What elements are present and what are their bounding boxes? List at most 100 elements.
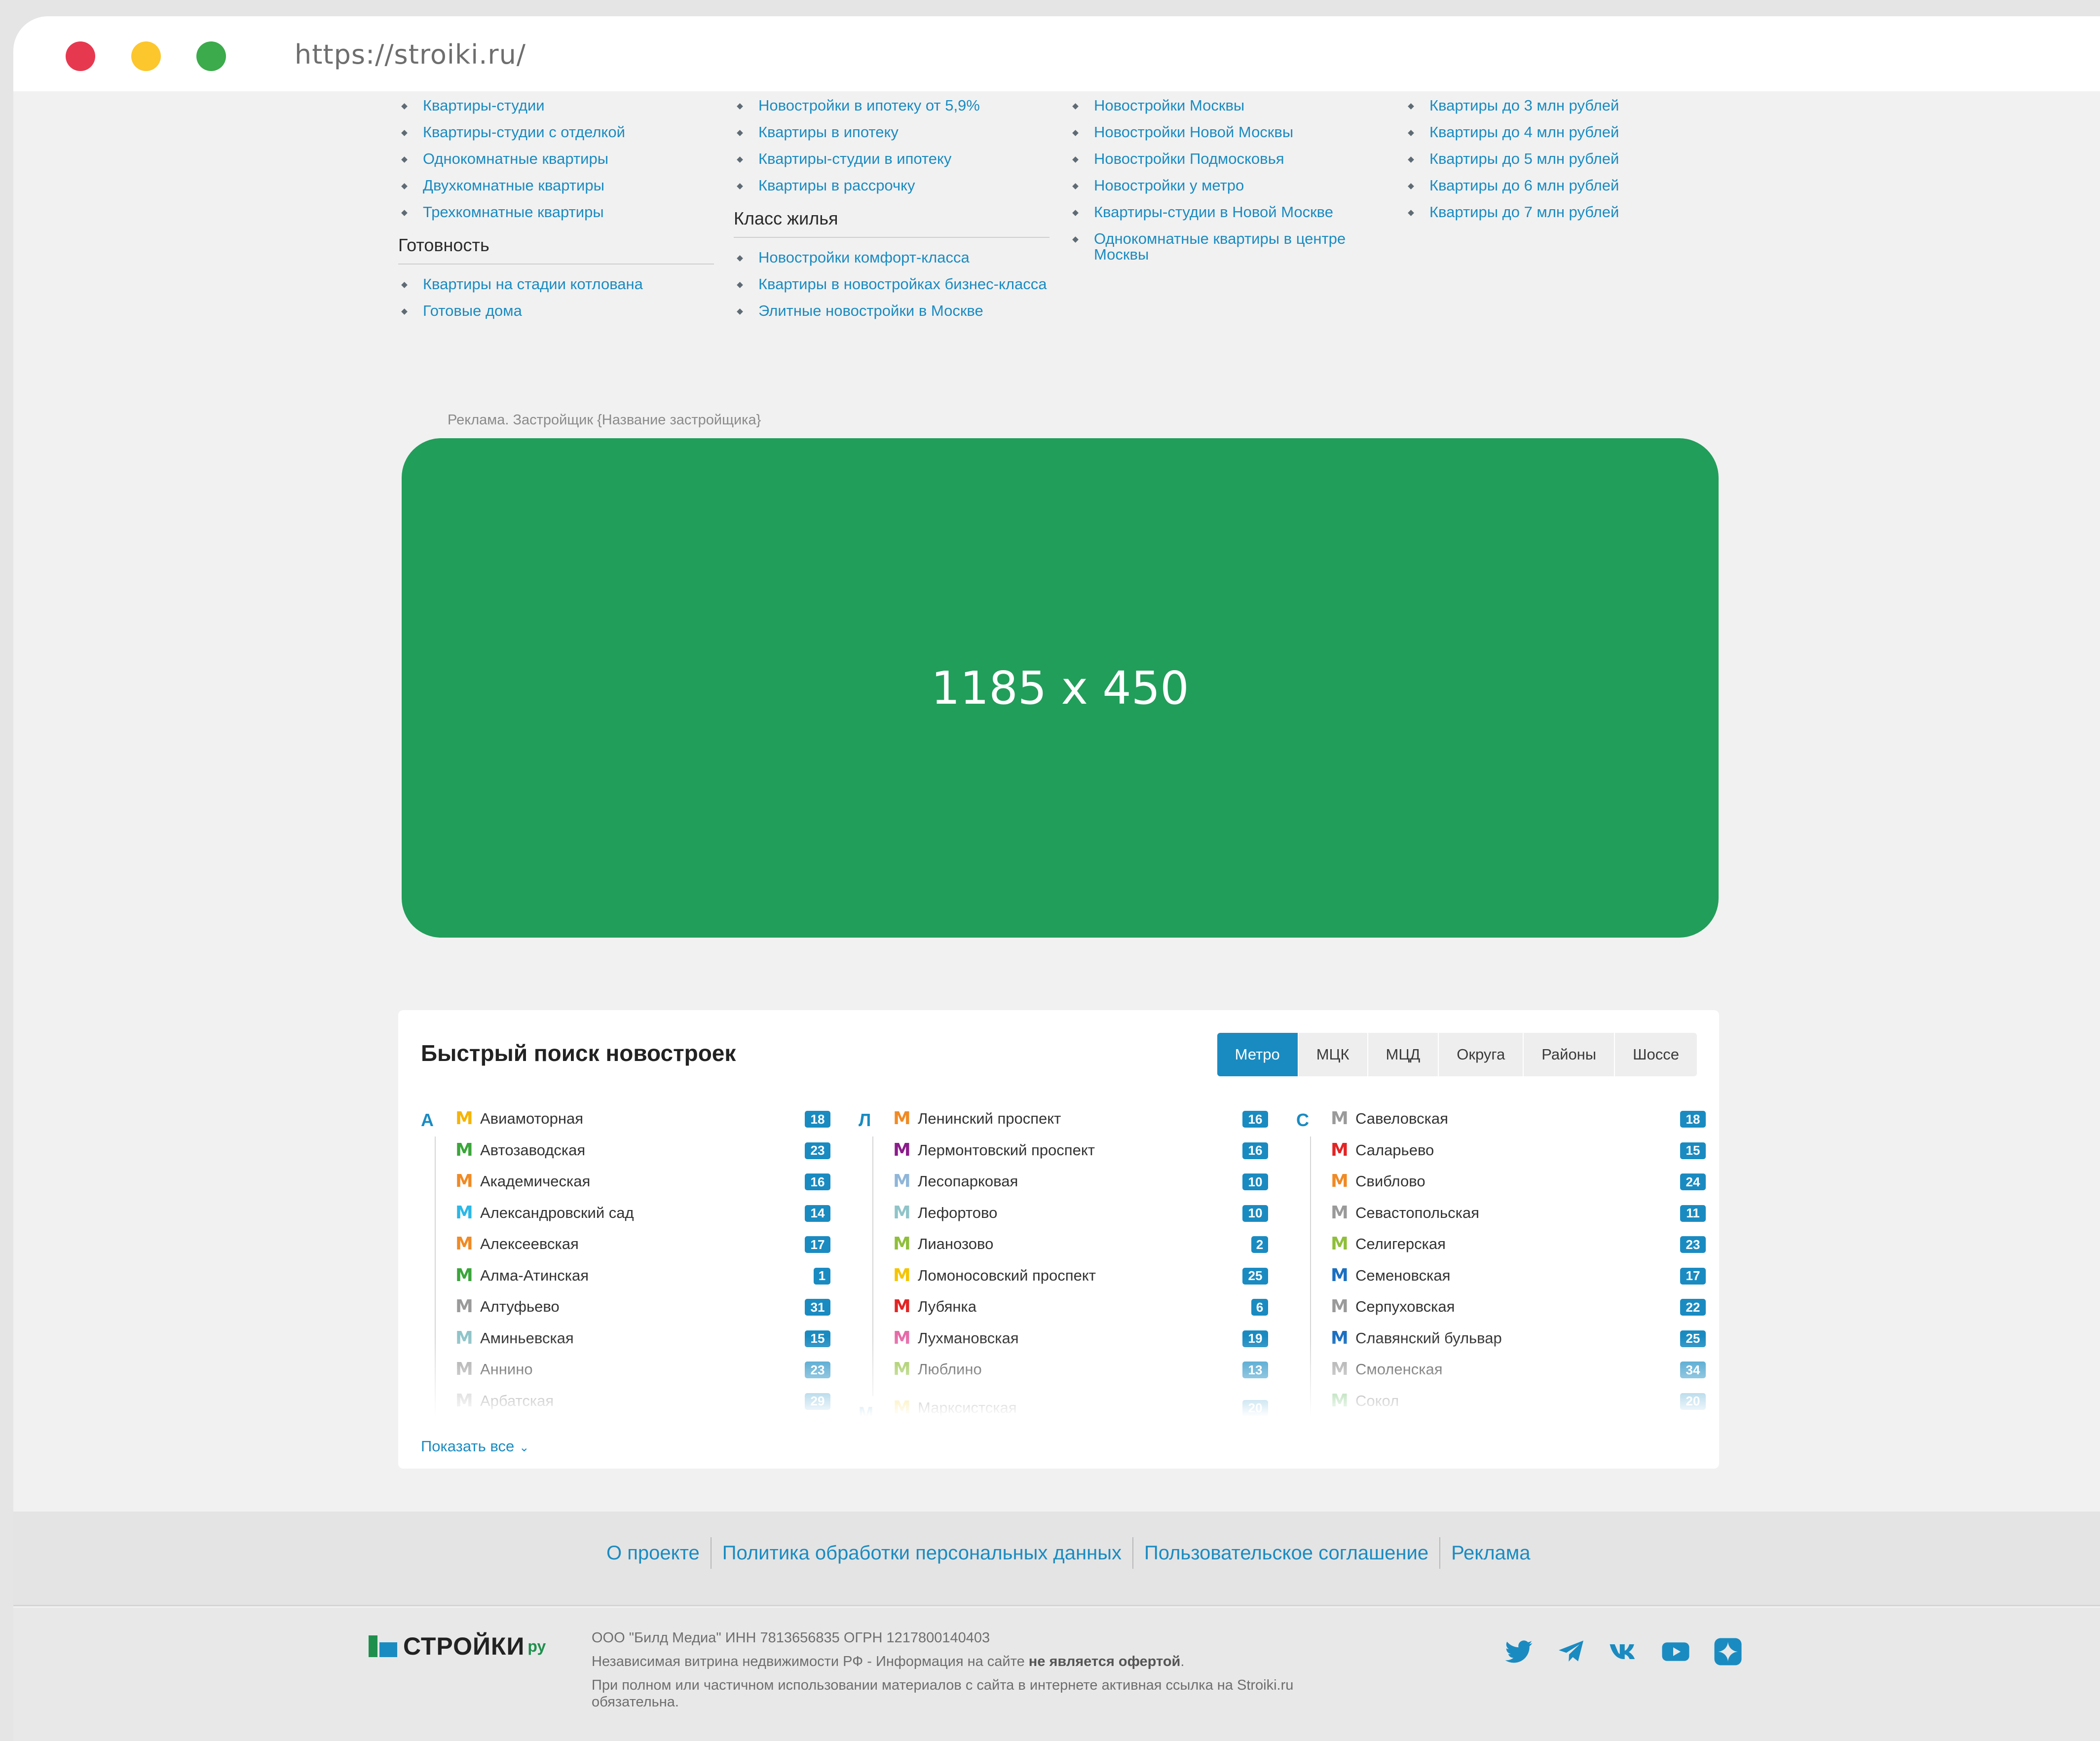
station-row[interactable]: M Сокол 20 (1331, 1392, 1706, 1424)
station-row[interactable]: M Арбатская 29 (455, 1392, 830, 1424)
station-row[interactable]: M Савеловская 18 (1331, 1110, 1706, 1141)
station-row[interactable]: M Марксистская 20 (893, 1399, 1268, 1431)
twitter-icon[interactable] (1503, 1636, 1534, 1667)
footer-link[interactable]: О проекте (596, 1542, 711, 1564)
station-row[interactable]: M Авиамоторная 18 (455, 1110, 830, 1141)
category-column-price: Квартиры до 3 млн рублей Квартиры до 4 мл… (1405, 98, 1721, 231)
station-count-badge: 14 (805, 1205, 830, 1222)
station-row[interactable]: M Севастопольская 11 (1331, 1204, 1706, 1236)
station-row[interactable]: M Ломоносовский проспект 25 (893, 1266, 1268, 1298)
station-name: Севастопольская (1355, 1204, 1479, 1221)
address-bar[interactable]: https://stroiki.ru/ (295, 41, 526, 68)
category-link[interactable]: Новостройки комфорт-класса (734, 250, 1050, 265)
station-row[interactable]: M Лианозово 2 (893, 1235, 1268, 1267)
site-logo[interactable]: СТРОЙКИ ру (369, 1632, 546, 1661)
tab-2[interactable]: МЦД (1367, 1033, 1438, 1076)
station-row[interactable]: M Серпуховская 22 (1331, 1298, 1706, 1329)
category-link[interactable]: Новостройки Подмосковья (1069, 151, 1385, 167)
station-count-badge: 23 (805, 1362, 830, 1378)
station-row[interactable]: M Ленинский проспект 16 (893, 1110, 1268, 1141)
ad-banner[interactable]: 1185 x 450 (402, 438, 1719, 938)
category-link[interactable]: Однокомнатные квартиры в центре Москвы (1069, 231, 1385, 263)
footer-link[interactable]: Политика обработки персональных данных (712, 1542, 1132, 1564)
tab-5[interactable]: Шоссе (1614, 1033, 1697, 1076)
category-link[interactable]: Новостройки Новой Москвы (1069, 124, 1385, 140)
station-count-badge: 25 (1242, 1267, 1268, 1285)
station-count-badge: 25 (1680, 1330, 1706, 1347)
station-row[interactable]: M Алма-Атинская 1 (455, 1266, 830, 1298)
category-link[interactable]: Квартиры-студии с отделкой (398, 124, 714, 140)
station-row[interactable]: M Автозаводская 23 (455, 1141, 830, 1173)
category-link[interactable]: Квартиры-студии в ипотеку (734, 151, 1050, 167)
category-link[interactable]: Квартиры-студии в Новой Москве (1069, 204, 1385, 220)
station-name: Сокол (1355, 1392, 1399, 1409)
station-name: Арбатская (480, 1392, 554, 1409)
category-link[interactable]: Квартиры в ипотеку (734, 124, 1050, 140)
metro-icon: M (455, 1390, 473, 1411)
station-row[interactable]: M Свиблово 24 (1331, 1173, 1706, 1204)
category-list: Квартиры-студии Квартиры-студии с отделко… (398, 98, 714, 220)
category-link[interactable]: Квартиры до 6 млн рублей (1405, 178, 1721, 193)
station-list: M Ленинский проспект 16 M Лермонтовский прос… (893, 1110, 1268, 1430)
station-count-badge: 1 (814, 1267, 830, 1285)
category-link[interactable]: Квартиры-студии (398, 98, 714, 114)
station-letter: А (421, 1110, 434, 1130)
category-link[interactable]: Трехкомнатные квартиры (398, 204, 714, 220)
station-row[interactable]: M Селигерская 23 (1331, 1235, 1706, 1267)
vk-icon[interactable] (1608, 1636, 1639, 1667)
station-row[interactable]: M Лефортово 10 (893, 1204, 1268, 1236)
category-link[interactable]: Новостройки у метро (1069, 178, 1385, 193)
station-row[interactable]: M Аннино 23 (455, 1361, 830, 1392)
category-link[interactable]: Элитные новостройки в Москве (734, 303, 1050, 319)
zen-icon[interactable] (1713, 1636, 1743, 1667)
social-links (1503, 1636, 1765, 1667)
station-row[interactable]: M Семеновская 17 (1331, 1266, 1706, 1298)
metro-icon: M (455, 1327, 473, 1348)
tab-0[interactable]: Метро (1217, 1033, 1298, 1076)
station-row[interactable]: M Лермонтовский проспект 16 (893, 1141, 1268, 1173)
station-row[interactable]: M Лубянка 6 (893, 1298, 1268, 1329)
category-link[interactable]: Квартиры до 5 млн рублей (1405, 151, 1721, 167)
station-row[interactable]: M Саларьево 15 (1331, 1141, 1706, 1173)
category-link[interactable]: Квартиры в новостройках бизнес-класса (734, 276, 1050, 292)
legal-line-company: ООО "Билд Медиа" ИНН 7813656835 ОГРН 121… (592, 1630, 990, 1646)
category-link[interactable]: Квартиры до 3 млн рублей (1405, 98, 1721, 114)
station-letter: Л (859, 1110, 871, 1130)
footer-link[interactable]: Пользовательское соглашение (1133, 1542, 1439, 1564)
station-row[interactable]: M Славянский бульвар 25 (1331, 1329, 1706, 1361)
category-link[interactable]: Готовые дома (398, 303, 714, 319)
station-count-badge: 20 (1242, 1400, 1268, 1417)
category-link[interactable]: Квартиры на стадии котлована (398, 276, 714, 292)
category-link[interactable]: Новостройки Москвы (1069, 98, 1385, 114)
tab-1[interactable]: МЦК (1297, 1033, 1367, 1076)
footer-link[interactable]: Реклама (1440, 1542, 1541, 1564)
category-column-mortgage: Новостройки в ипотеку от 5,9% Квартиры в … (734, 98, 1050, 330)
station-row[interactable]: M Люблино 13 (893, 1361, 1268, 1392)
quick-search-card: Быстрый поиск новостроек Метро МЦК МЦД Окру… (398, 1010, 1719, 1469)
telegram-icon[interactable] (1556, 1636, 1586, 1667)
station-row[interactable]: M Александровский сад 14 (455, 1204, 830, 1236)
station-name: Алма-Атинская (480, 1266, 589, 1284)
category-link[interactable]: Двухкомнатные квартиры (398, 178, 714, 193)
station-row[interactable]: M Алексеевская 17 (455, 1235, 830, 1267)
tab-4[interactable]: Районы (1523, 1033, 1614, 1076)
station-name: Авиамоторная (480, 1110, 584, 1127)
station-row[interactable]: M Алтуфьево 31 (455, 1298, 830, 1329)
station-row[interactable]: M Аминьевская 15 (455, 1329, 830, 1361)
show-all-link[interactable]: Показать все ⌄ (421, 1438, 529, 1455)
station-row[interactable]: M Смоленская 34 (1331, 1361, 1706, 1392)
station-row[interactable]: M Академическая 16 (455, 1173, 830, 1204)
category-link[interactable]: Квартиры в рассрочку (734, 178, 1050, 193)
category-link[interactable]: Квартиры до 4 млн рублей (1405, 124, 1721, 140)
close-window-button[interactable] (66, 41, 95, 71)
category-link[interactable]: Квартиры до 7 млн рублей (1405, 204, 1721, 220)
category-link[interactable]: Новостройки в ипотеку от 5,9% (734, 98, 1050, 114)
minimize-window-button[interactable] (131, 41, 161, 71)
category-link[interactable]: Однокомнатные квартиры (398, 151, 714, 167)
station-count-badge: 19 (1242, 1330, 1268, 1347)
youtube-icon[interactable] (1660, 1636, 1691, 1667)
maximize-window-button[interactable] (196, 41, 226, 71)
tab-3[interactable]: Округа (1438, 1033, 1523, 1076)
station-row[interactable]: M Лухмановская 19 (893, 1329, 1268, 1361)
station-row[interactable]: M Лесопарковая 10 (893, 1173, 1268, 1204)
